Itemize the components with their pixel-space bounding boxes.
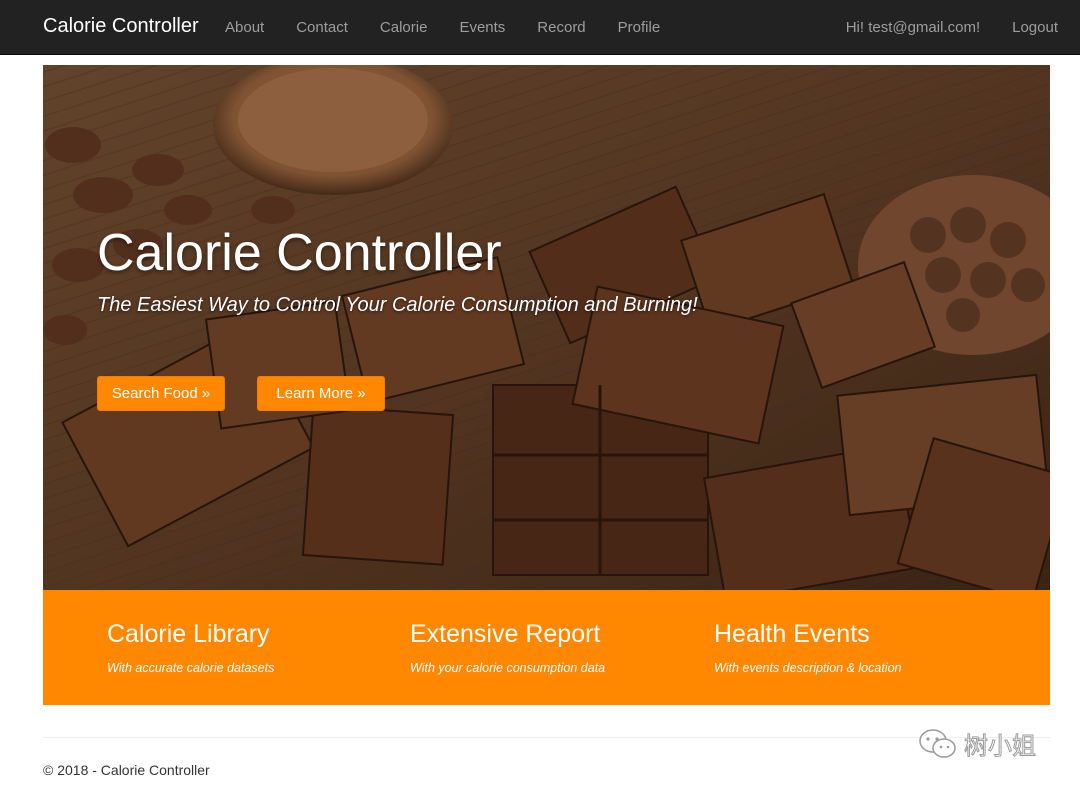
feature-title: Health Events bbox=[714, 620, 870, 648]
nav-contact-link[interactable]: Contact bbox=[280, 0, 364, 55]
feature-description: With accurate calorie datasets bbox=[107, 661, 275, 675]
learn-more-button[interactable]: Learn More » bbox=[257, 376, 385, 411]
hero-subtitle: The Easiest Way to Control Your Calorie … bbox=[97, 294, 698, 316]
watermark-text: 树小姐 bbox=[964, 732, 1037, 761]
footer-copyright: © 2018 - Calorie Controller bbox=[43, 762, 210, 778]
nav-record-link[interactable]: Record bbox=[521, 0, 601, 55]
nav-user-menu: Hi! test@gmail.com! Logout bbox=[830, 0, 1074, 55]
nav-menu: About Contact Calorie Events Record Prof… bbox=[209, 0, 676, 55]
feature-extensive-report: Extensive Report With your calorie consu… bbox=[410, 620, 605, 675]
feature-description: With events description & location bbox=[714, 661, 902, 675]
features-panel: Calorie Library With accurate calorie da… bbox=[43, 590, 1050, 705]
search-food-button[interactable]: Search Food » bbox=[97, 376, 225, 411]
watermark: 树小姐 bbox=[918, 726, 1037, 761]
nav-about-link[interactable]: About bbox=[209, 0, 280, 55]
chocolate-background-image bbox=[43, 65, 1050, 590]
hero-title: Calorie Controller bbox=[97, 224, 502, 282]
feature-title: Calorie Library bbox=[107, 620, 270, 648]
wechat-icon bbox=[919, 728, 956, 758]
feature-title: Extensive Report bbox=[410, 620, 601, 648]
logout-link[interactable]: Logout bbox=[996, 0, 1074, 55]
feature-description: With your calorie consumption data bbox=[410, 661, 606, 675]
feature-health-events: Health Events With events description & … bbox=[714, 620, 901, 675]
nav-calorie-link[interactable]: Calorie bbox=[364, 0, 444, 55]
feature-calorie-library: Calorie Library With accurate calorie da… bbox=[107, 620, 274, 675]
navbar: Calorie Controller About Contact Calorie… bbox=[0, 0, 1080, 55]
brand-link[interactable]: Calorie Controller bbox=[43, 15, 199, 38]
footer-divider bbox=[43, 737, 1050, 738]
hero-jumbotron: Calorie Controller The Easiest Way to Co… bbox=[43, 65, 1050, 590]
nav-events-link[interactable]: Events bbox=[443, 0, 521, 55]
nav-profile-link[interactable]: Profile bbox=[602, 0, 677, 55]
user-greeting-link[interactable]: Hi! test@gmail.com! bbox=[830, 0, 996, 55]
